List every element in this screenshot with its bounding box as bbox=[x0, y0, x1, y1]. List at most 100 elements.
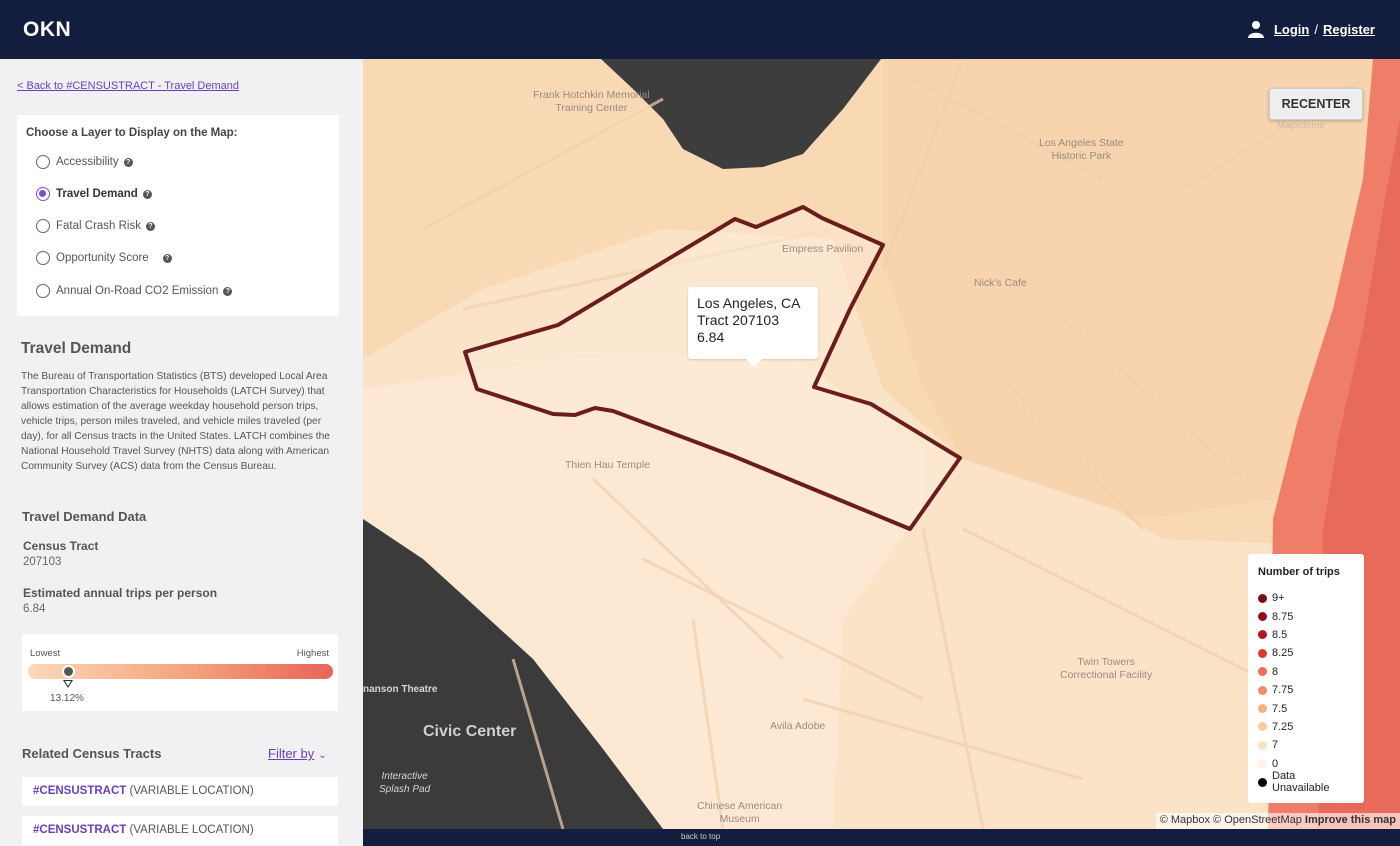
related-tract-tag[interactable]: #CENSUSTRACT bbox=[33, 824, 126, 836]
brand-logo[interactable]: OKN bbox=[23, 18, 71, 42]
filter-label: Filter by bbox=[268, 746, 315, 761]
legend-item: 8.25 bbox=[1258, 644, 1354, 662]
legend-item: 7.75 bbox=[1258, 681, 1354, 699]
percentile-scale: Lowest Highest 13.12% bbox=[22, 634, 338, 711]
layer-option-accessibility[interactable]: Accessibility ? bbox=[36, 155, 133, 169]
legend-label: 8.75 bbox=[1272, 610, 1294, 623]
census-tract-label: Census Tract bbox=[23, 539, 99, 553]
legend-label: 9+ bbox=[1272, 592, 1285, 605]
map-canvas[interactable]: Frank Hotchkin Memorial Training Center L… bbox=[363, 59, 1400, 829]
auth-separator: / bbox=[1314, 21, 1318, 37]
related-tract-item[interactable]: #CENSUSTRACT (VARIABLE LOCATION) bbox=[22, 777, 338, 806]
trips-label: Estimated annual trips per person bbox=[23, 586, 218, 600]
map-label-nicks-cafe: Nick's Cafe bbox=[974, 277, 1027, 289]
layer-selector: Choose a Layer to Display on the Map: Ac… bbox=[17, 115, 339, 316]
section-title: Travel Demand bbox=[21, 340, 132, 357]
map-label-empress-pavilion: Empress Pavilion bbox=[782, 243, 864, 255]
legend-swatch-icon bbox=[1258, 704, 1267, 714]
sidebar: < Back to #CENSUSTRACT - Travel Demand C… bbox=[0, 59, 363, 846]
popup-value: 6.84 bbox=[697, 329, 725, 345]
data-title: Travel Demand Data bbox=[22, 509, 147, 524]
legend-swatch-icon bbox=[1258, 685, 1267, 695]
legend-item: Data Unavailable bbox=[1258, 770, 1354, 795]
scale-high-label: Highest bbox=[296, 648, 329, 659]
radio-button[interactable] bbox=[36, 284, 50, 298]
layer-option-label: Travel Demand bbox=[56, 188, 138, 200]
trips-value: 6.84 bbox=[23, 603, 46, 615]
legend-item: 7.5 bbox=[1258, 699, 1354, 717]
scale-pointer-icon bbox=[63, 680, 74, 688]
help-icon[interactable]: ? bbox=[223, 286, 233, 296]
legend-label: 8.25 bbox=[1272, 647, 1294, 660]
legend-item: 8.5 bbox=[1258, 626, 1354, 644]
radio-button[interactable] bbox=[36, 251, 50, 265]
legend-item: 7.25 bbox=[1258, 718, 1354, 736]
back-to-top-link[interactable]: back to top bbox=[681, 832, 720, 841]
legend-label: 0 bbox=[1272, 757, 1279, 770]
auth-links: Login / Register bbox=[1247, 20, 1375, 38]
census-tract-value: 207103 bbox=[23, 556, 62, 568]
legend-swatch-icon bbox=[1258, 777, 1267, 787]
legend-label: 8 bbox=[1272, 665, 1279, 678]
radio-button-selected[interactable] bbox=[36, 187, 50, 201]
radio-button[interactable] bbox=[36, 219, 50, 233]
legend-swatch-icon bbox=[1258, 759, 1267, 769]
layer-option-travel-demand[interactable]: Travel Demand ? bbox=[36, 187, 152, 201]
layer-option-label: Annual On-Road CO2 Emission bbox=[56, 285, 219, 297]
legend-swatch-icon bbox=[1258, 612, 1267, 622]
chevron-down-icon: ⌄ bbox=[318, 750, 327, 761]
layer-option-opportunity-score[interactable]: Opportunity Score ? bbox=[36, 251, 172, 265]
related-title: Related Census Tracts bbox=[22, 746, 162, 761]
recenter-button[interactable]: RECENTER bbox=[1269, 88, 1363, 120]
legend-swatch-icon bbox=[1258, 740, 1267, 750]
legend-swatch-icon bbox=[1258, 593, 1267, 603]
map-popup: Los Angeles, CA Tract 207103 6.84 bbox=[688, 287, 818, 367]
section-description: The Bureau of Transportation Statistics … bbox=[21, 371, 330, 472]
legend-label: 7.25 bbox=[1272, 720, 1294, 733]
filter-by-dropdown[interactable]: Filter by ⌄ bbox=[268, 746, 327, 761]
related-tract-location: (VARIABLE LOCATION) bbox=[129, 824, 254, 836]
back-link[interactable]: < Back to #CENSUSTRACT - Travel Demand bbox=[17, 80, 239, 92]
related-tract-location: (VARIABLE LOCATION) bbox=[129, 785, 254, 797]
scale-marker bbox=[61, 665, 75, 678]
layer-option-co2-emission[interactable]: Annual On-Road CO2 Emission ? bbox=[36, 284, 233, 298]
map-legend: Number of trips 9+ 8.75 8.5 8.25 8 7.75 7.5 7.2… bbox=[1248, 554, 1364, 803]
map-attribution: © Mapbox © OpenStreetMap Improve this ma… bbox=[1155, 813, 1400, 829]
help-icon[interactable]: ? bbox=[123, 157, 133, 167]
improve-map-link[interactable]: Improve this map bbox=[1305, 814, 1396, 826]
legend-title: Number of trips bbox=[1258, 566, 1340, 578]
legend-swatch-icon bbox=[1258, 722, 1267, 732]
help-icon[interactable]: ? bbox=[142, 189, 152, 199]
scale-low-label: Lowest bbox=[30, 648, 61, 659]
map-label-civic-center: Civic Center bbox=[423, 723, 517, 740]
help-icon[interactable]: ? bbox=[162, 253, 172, 263]
legend-label: 8.5 bbox=[1272, 628, 1288, 641]
legend-swatch-icon bbox=[1258, 630, 1267, 640]
related-tract-tag[interactable]: #CENSUSTRACT bbox=[33, 785, 126, 797]
related-tract-item[interactable]: #CENSUSTRACT (VARIABLE LOCATION) bbox=[22, 816, 338, 845]
legend-item: 7 bbox=[1258, 736, 1354, 754]
help-icon[interactable]: ? bbox=[146, 221, 155, 231]
map-label-splash-pad: Interactive Splash Pad bbox=[379, 771, 431, 795]
map-label-theatre: nanson Theatre bbox=[363, 684, 438, 695]
register-link[interactable]: Register bbox=[1323, 22, 1375, 37]
legend-swatch-icon bbox=[1258, 648, 1267, 658]
user-icon bbox=[1247, 21, 1264, 38]
legend-item: 8.75 bbox=[1258, 607, 1354, 625]
footer-bar: back to top bbox=[363, 829, 1400, 846]
legend-label: 7 bbox=[1272, 739, 1279, 752]
radio-button[interactable] bbox=[36, 155, 50, 169]
layer-option-label: Fatal Crash Risk bbox=[56, 220, 141, 232]
layer-option-fatal-crash-risk[interactable]: Fatal Crash Risk ? bbox=[36, 219, 155, 233]
legend-label: Data Unavailable bbox=[1272, 770, 1330, 795]
layer-option-label: Opportunity Score bbox=[56, 252, 149, 264]
layer-option-label: Accessibility bbox=[56, 156, 119, 168]
legend-label: 7.75 bbox=[1272, 684, 1294, 697]
map-label-majordomo: Majordomo bbox=[1277, 120, 1325, 131]
login-link[interactable]: Login bbox=[1274, 22, 1309, 37]
legend-items: 9+ 8.75 8.5 8.25 8 7.75 7.5 7.25 7 0 Data Unavaila… bbox=[1258, 589, 1354, 795]
attribution-text[interactable]: © Mapbox © OpenStreetMap bbox=[1160, 814, 1302, 826]
popup-location: Los Angeles, CA bbox=[697, 295, 801, 311]
map-label-chinese-museum: Chinese American Museum bbox=[697, 800, 783, 825]
map-label-avila-adobe: Avila Adobe bbox=[770, 720, 826, 732]
